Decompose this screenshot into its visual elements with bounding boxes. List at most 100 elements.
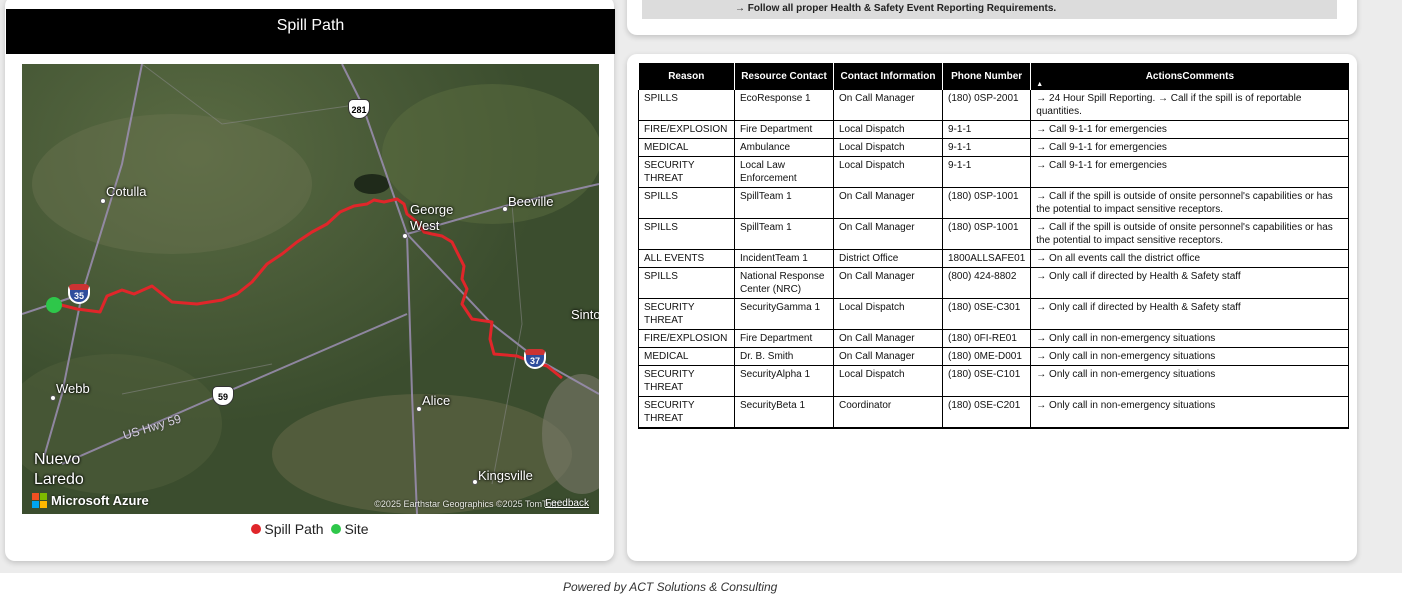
resource-contact-cell: SpillTeam 1 (734, 187, 834, 219)
reason-cell: FIRE/EXPLOSION (638, 120, 735, 139)
reason-cell: FIRE/EXPLOSION (638, 329, 735, 348)
site-swatch (331, 524, 342, 534)
phone-number-cell: (180) 0ME-D001 (942, 347, 1032, 366)
table-row[interactable]: MEDICAL Ambulance Local Dispatch 9-1-1 → Cal… (638, 138, 1349, 157)
actions-comments-cell: → On all events call the district office (1030, 249, 1349, 268)
table-row[interactable]: SECURITY THREAT SecurityAlpha 1 Local Disp… (638, 365, 1349, 397)
contact-information-cell: On Call Manager (833, 267, 943, 299)
reason-cell: SPILLS (638, 187, 735, 219)
resource-contact-cell: SecurityAlpha 1 (734, 365, 834, 397)
column-header-reason[interactable]: Reason (638, 63, 735, 90)
legend-label: Site (344, 521, 369, 537)
phone-number-cell: (180) 0SE-C301 (942, 298, 1032, 330)
table-row[interactable]: SPILLS EcoResponse 1 On Call Manager (180) … (638, 90, 1349, 121)
phone-number-cell: (180) 0SP-1001 (942, 218, 1032, 250)
table-row[interactable]: SECURITY THREAT SecurityGamma 1 Local Disp… (638, 298, 1349, 330)
resource-contact-cell: IncidentTeam 1 (734, 249, 834, 268)
azure-brand-text: Microsoft Azure (51, 493, 149, 508)
resource-contact-cell: National Response Center (NRC) (734, 267, 834, 299)
column-header-resource-contact[interactable]: Resource Contact (734, 63, 834, 90)
contact-information-cell: Coordinator (833, 396, 943, 429)
table-row[interactable]: FIRE/EXPLOSION Fire Department Local Dispa… (638, 120, 1349, 139)
contact-information-cell: Local Dispatch (833, 120, 943, 139)
resource-contact-cell: Local Law Enforcement (734, 156, 834, 188)
contact-information-cell: On Call Manager (833, 187, 943, 219)
reason-cell: MEDICAL (638, 347, 735, 366)
legend-item-spill-path[interactable]: Spill Path (251, 521, 324, 537)
resource-contact-cell: SecurityBeta 1 (734, 396, 834, 429)
reason-cell: SECURITY THREAT (638, 396, 735, 429)
reason-cell: SECURITY THREAT (638, 365, 735, 397)
resource-contact-cell: SecurityGamma 1 (734, 298, 834, 330)
actions-comments-cell: → Call 9-1-1 for emergencies (1030, 156, 1349, 188)
actions-comments-cell: → Only call in non-emergency situations (1030, 329, 1349, 348)
spill-path-map[interactable]: 35 37 281 59 Cotulla George West Beevill… (22, 64, 599, 514)
actions-comments-cell: → Only call if directed by Health & Safe… (1030, 298, 1349, 330)
resource-contact-cell: EcoResponse 1 (734, 90, 834, 121)
reason-cell: SPILLS (638, 218, 735, 250)
contact-information-cell: On Call Manager (833, 218, 943, 250)
map-attribution: ©2025 Earthstar Geographics ©2025 TomTom (374, 499, 559, 509)
contact-information-cell: On Call Manager (833, 90, 943, 121)
reason-cell: MEDICAL (638, 138, 735, 157)
resource-contact-cell: Dr. B. Smith (734, 347, 834, 366)
city-label-nuevo-laredo: Nuevo Laredo (34, 451, 84, 488)
city-label-sinton: Sinto (571, 307, 599, 322)
sort-ascending-icon: ▲ (1036, 81, 1044, 88)
emergency-contacts-table: Reason Resource Contact Contact Informat… (638, 63, 1349, 429)
azure-brand: Microsoft Azure (32, 493, 149, 508)
table-row[interactable]: SPILLS National Response Center (NRC) On C… (638, 267, 1349, 299)
map-legend: Spill Path Site (0, 521, 620, 537)
phone-number-cell: (180) 0SP-1001 (942, 187, 1032, 219)
map-terrain (22, 64, 599, 514)
city-label-kingsville: Kingsville (478, 468, 533, 483)
george-west-dot (402, 233, 408, 239)
city-label-alice: Alice (422, 393, 451, 408)
reason-cell: SPILLS (638, 267, 735, 299)
city-label-beeville: Beeville (508, 194, 554, 209)
phone-number-cell: (800) 424-8802 (942, 267, 1032, 299)
actions-comments-cell: → Only call in non-emergency situations (1030, 365, 1349, 397)
table-row[interactable]: SECURITY THREAT SecurityBeta 1 Coordinator… (638, 396, 1349, 429)
column-header-phone-number[interactable]: Phone Number (942, 63, 1032, 90)
reason-cell: SPILLS (638, 90, 735, 121)
table-row[interactable]: ALL EVENTS IncidentTeam 1 District Office 1… (638, 249, 1349, 268)
site-marker[interactable] (46, 297, 62, 313)
table-row[interactable]: SPILLS SpillTeam 1 On Call Manager (180) 0S… (638, 218, 1349, 250)
requirement-note: → Follow all proper Health & Safety Even… (642, 0, 1337, 19)
reason-cell: SECURITY THREAT (638, 156, 735, 188)
phone-number-cell: (180) 0FI-RE01 (942, 329, 1032, 348)
spill-path-swatch (251, 524, 262, 534)
resource-contact-cell: SpillTeam 1 (734, 218, 834, 250)
contact-information-cell: Local Dispatch (833, 138, 943, 157)
legend-item-site[interactable]: Site (331, 521, 369, 537)
column-header-contact-information[interactable]: Contact Information (833, 63, 943, 90)
city-label-webb: Webb (56, 381, 90, 396)
contact-information-cell: On Call Manager (833, 347, 943, 366)
table-row[interactable]: SPILLS SpillTeam 1 On Call Manager (180) 0S… (638, 187, 1349, 219)
city-label-george-west: George West (410, 202, 454, 233)
footer-credit: Powered by ACT Solutions & Consulting (563, 580, 778, 594)
city-label-cotulla: Cotulla (106, 184, 147, 199)
table-row[interactable]: MEDICAL Dr. B. Smith On Call Manager (180) … (638, 347, 1349, 366)
phone-number-cell: 1800ALLSAFE01 (942, 249, 1032, 268)
actions-comments-cell: → Call 9-1-1 for emergencies (1030, 138, 1349, 157)
table-row[interactable]: FIRE/EXPLOSION Fire Department On Call Man… (638, 329, 1349, 348)
reason-cell: ALL EVENTS (638, 249, 735, 268)
legend-label: Spill Path (264, 521, 324, 537)
actions-comments-cell: → Only call if directed by Health & Safe… (1030, 267, 1349, 299)
column-header-label: ActionsComments (1145, 71, 1235, 82)
contact-information-cell: Local Dispatch (833, 298, 943, 330)
map-feedback-link[interactable]: Feedback (545, 498, 589, 509)
column-header-actions-comments[interactable]: ActionsComments ▲ (1030, 63, 1349, 90)
phone-number-cell: (180) 0SE-C101 (942, 365, 1032, 397)
actions-comments-cell: → Call if the spill is outside of onsite… (1030, 218, 1349, 250)
phone-number-cell: (180) 0SE-C201 (942, 396, 1032, 429)
contact-information-cell: On Call Manager (833, 329, 943, 348)
phone-number-cell: 9-1-1 (942, 138, 1032, 157)
table-row[interactable]: SECURITY THREAT Local Law Enforcement Loca… (638, 156, 1349, 188)
table-header-row: Reason Resource Contact Contact Informat… (638, 63, 1349, 90)
contact-information-cell: Local Dispatch (833, 365, 943, 397)
resource-contact-cell: Fire Department (734, 329, 834, 348)
resource-contact-cell: Fire Department (734, 120, 834, 139)
